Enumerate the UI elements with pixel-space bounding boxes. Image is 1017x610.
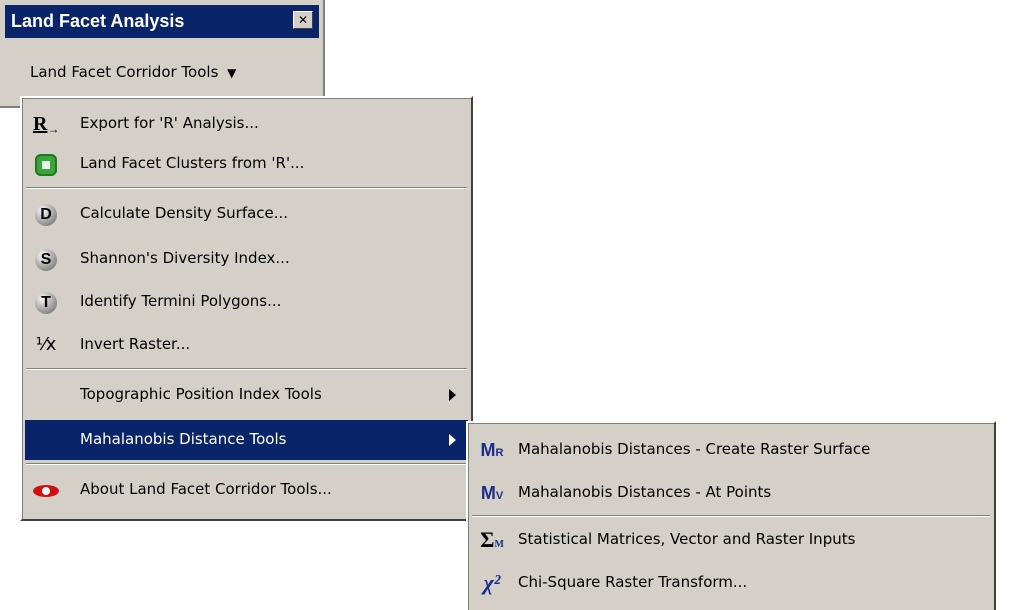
menu-item-label: Identify Termini Polygons... bbox=[80, 292, 282, 310]
submenu-arrow-icon bbox=[449, 434, 456, 446]
menu-item-shannons-diversity[interactable]: S Shannon's Diversity Index... bbox=[25, 239, 468, 279]
menu-separator bbox=[26, 463, 467, 465]
eye-icon bbox=[33, 478, 59, 502]
menu-item-invert-raster[interactable]: ⅟x Invert Raster... bbox=[25, 325, 468, 365]
menu-separator bbox=[26, 368, 467, 370]
menu-item-about[interactable]: About Land Facet Corridor Tools... bbox=[25, 470, 468, 510]
menu-item-label: Topographic Position Index Tools bbox=[80, 385, 322, 403]
menu-item-label: Invert Raster... bbox=[80, 335, 191, 353]
menu-item-label: Calculate Density Surface... bbox=[80, 204, 289, 222]
menu-item-label: About Land Facet Corridor Tools... bbox=[80, 480, 332, 498]
menu-separator bbox=[26, 187, 467, 189]
mr-icon: MR bbox=[480, 440, 504, 460]
t-circle-icon: T bbox=[33, 290, 59, 314]
land-facet-menu: R→ Export for 'R' Analysis... Land Facet… bbox=[20, 96, 473, 521]
menu-item-mahalanobis-distance[interactable]: Mahalanobis Distance Tools bbox=[25, 420, 468, 460]
submenu-arrow-icon bbox=[449, 389, 456, 401]
sigma-icon: ΣM bbox=[480, 527, 504, 552]
invert-icon: ⅟x bbox=[35, 334, 57, 355]
submenu-item-at-points[interactable]: MV Mahalanobis Distances - At Points bbox=[471, 473, 991, 513]
land-facet-toolbar: Land Facet Analysis ✕ Land Facet Corrido… bbox=[0, 0, 325, 108]
submenu-item-label: Mahalanobis Distances - At Points bbox=[518, 483, 772, 501]
submenu-item-label: Statistical Matrices, Vector and Raster … bbox=[518, 530, 856, 548]
menu-item-density-surface[interactable]: D Calculate Density Surface... bbox=[25, 194, 468, 234]
dropdown-label: Land Facet Corridor Tools bbox=[30, 63, 219, 81]
r-export-icon: R→ bbox=[33, 113, 60, 136]
green-cluster-icon bbox=[33, 152, 59, 176]
submenu-item-statistical-matrices[interactable]: ΣM Statistical Matrices, Vector and Rast… bbox=[471, 520, 991, 560]
menu-item-label: Export for 'R' Analysis... bbox=[80, 114, 259, 132]
chi-square-icon: χ² bbox=[483, 570, 501, 595]
toolbar-title: Land Facet Analysis bbox=[11, 11, 185, 31]
close-icon[interactable]: ✕ bbox=[293, 11, 313, 29]
submenu-item-create-raster-surface[interactable]: MR Mahalanobis Distances - Create Raster… bbox=[471, 430, 991, 470]
s-circle-icon: S bbox=[33, 247, 59, 271]
mv-icon: MV bbox=[480, 483, 504, 503]
mahalanobis-submenu: MR Mahalanobis Distances - Create Raster… bbox=[466, 421, 996, 610]
submenu-item-label: Chi-Square Raster Transform... bbox=[518, 573, 748, 591]
menu-item-label: Mahalanobis Distance Tools bbox=[80, 430, 287, 448]
menu-item-termini-polygons[interactable]: T Identify Termini Polygons... bbox=[25, 282, 468, 322]
menu-item-land-facet-clusters[interactable]: Land Facet Clusters from 'R'... bbox=[25, 144, 468, 184]
submenu-item-chi-square[interactable]: χ² Chi-Square Raster Transform... bbox=[471, 563, 991, 603]
land-facet-corridor-tools-dropdown[interactable]: Land Facet Corridor Tools ▼ bbox=[30, 60, 236, 84]
dropdown-arrow-icon: ▼ bbox=[227, 66, 237, 80]
d-circle-icon: D bbox=[33, 202, 59, 226]
menu-item-topographic-position[interactable]: Topographic Position Index Tools bbox=[25, 375, 468, 415]
toolbar-titlebar[interactable]: Land Facet Analysis ✕ bbox=[5, 5, 319, 38]
submenu-item-label: Mahalanobis Distances - Create Raster Su… bbox=[518, 440, 871, 458]
menu-item-label: Land Facet Clusters from 'R'... bbox=[80, 154, 305, 172]
menu-item-label: Shannon's Diversity Index... bbox=[80, 249, 290, 267]
menu-item-export-r[interactable]: R→ Export for 'R' Analysis... bbox=[25, 104, 468, 144]
menu-separator bbox=[472, 515, 990, 517]
